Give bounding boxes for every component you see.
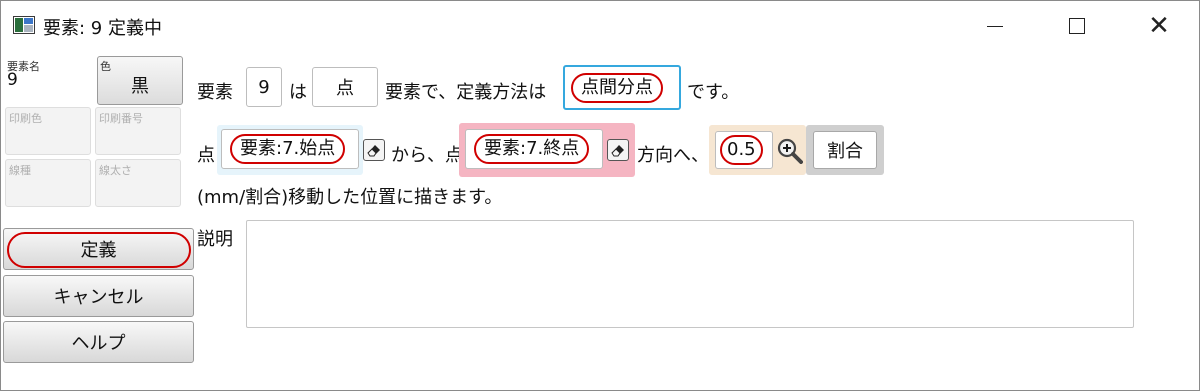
minimize-icon [987,25,1003,27]
from-point-value: 要素:7.始点 [230,134,346,164]
description-textarea[interactable] [246,220,1134,328]
to-point-field[interactable]: 要素:7.終点 [465,129,603,169]
maximize-icon [1069,18,1085,34]
eraser-icon[interactable] [363,139,385,161]
print-number-label: 印刷番号 [99,112,143,125]
cancel-button-label: キャンセル [53,287,144,308]
s1-suffix: です。 [687,82,740,103]
element-number-value: 9 [258,76,270,98]
print-color-field: 印刷色 [5,107,91,155]
line-width-label: 線太さ [99,164,132,177]
title-bar: 要素: 9 定義中 ✕ [1,1,1199,51]
amount-field[interactable]: 0.5 [715,131,773,169]
s1-is: は [289,82,307,103]
element-number-field[interactable]: 9 [246,67,282,107]
define-button-label: 定義 [80,240,117,261]
line-type-label: 線種 [9,164,31,177]
eraser-icon[interactable] [607,139,629,161]
help-button[interactable]: ヘルプ [3,321,194,363]
print-number-field: 印刷番号 [95,107,181,155]
close-button[interactable]: ✕ [1129,1,1189,51]
minimize-button[interactable] [965,1,1025,51]
line-type-field: 線種 [5,159,91,207]
zoom-icon[interactable] [777,138,803,164]
define-button[interactable]: 定義 [3,228,194,270]
sentence3-text: (mm/割合)移動した位置に描きます。 [197,187,503,208]
amount-value: 0.5 [720,135,763,165]
point-label: 点 [197,145,215,166]
element-type-value: 点 [336,78,354,99]
close-icon: ✕ [1148,11,1170,41]
app-icon [13,16,35,34]
dialog-window: 要素: 9 定義中 ✕ 要素名 9 色 黒 印刷色 印刷番号 線種 線太さ 定義… [0,0,1200,391]
element-type-field[interactable]: 点 [312,67,378,107]
ratio-button-label: 割合 [827,141,863,162]
window-title: 要素: 9 定義中 [43,18,162,39]
method-value-wrap: 点間分点 [571,73,663,103]
from-point-field[interactable]: 要素:7.始点 [221,129,359,169]
s1-prefix: 要素 [197,82,233,103]
color-value: 黒 [131,76,149,97]
description-label: 説明 [197,229,233,250]
element-name-value: 9 [7,70,18,90]
help-button-label: ヘルプ [71,333,126,354]
to-point-value: 要素:7.終点 [474,134,590,164]
line-width-field: 線太さ [95,159,181,207]
cancel-button[interactable]: キャンセル [3,275,194,317]
from-text: から、点 [391,145,463,166]
ratio-button[interactable]: 割合 [813,131,877,169]
maximize-button[interactable] [1047,1,1107,51]
method-value: 点間分点 [571,73,663,103]
print-color-label: 印刷色 [9,112,42,125]
color-button[interactable]: 色 黒 [97,56,183,105]
s1-middle: 要素で、定義方法は [385,82,547,103]
direction-text: 方向へ、 [637,145,709,166]
